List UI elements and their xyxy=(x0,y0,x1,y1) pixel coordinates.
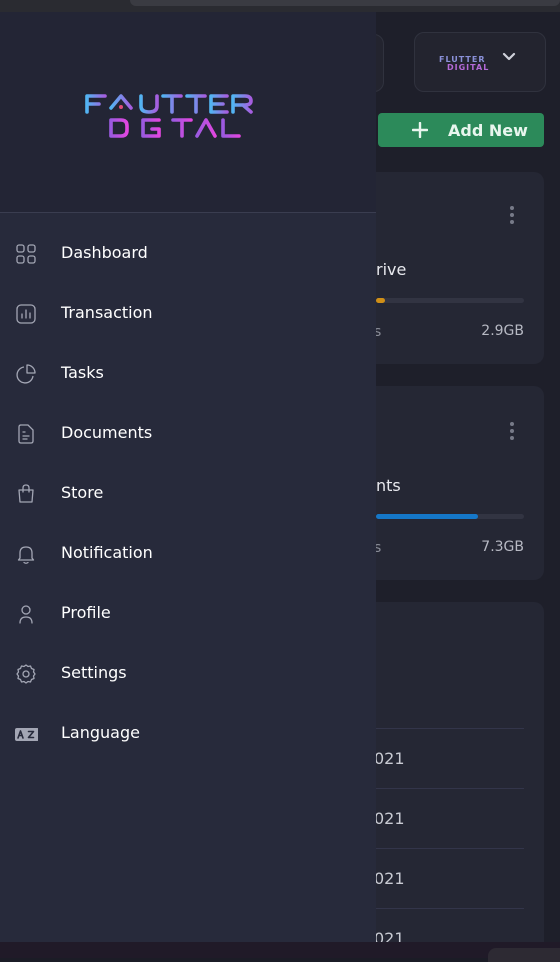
storage-card-size: 7.3GB xyxy=(481,539,524,555)
divider xyxy=(374,728,524,729)
sidebar-nav: Dashboard Transaction Tasks Documents St… xyxy=(0,224,376,764)
brand-logo xyxy=(85,94,253,138)
sidebar-item-profile[interactable]: Profile xyxy=(0,584,376,644)
sidebar-item-label: Store xyxy=(61,483,104,502)
chart-icon xyxy=(14,302,38,326)
list-item-date: 021 xyxy=(374,809,405,828)
divider xyxy=(374,908,524,909)
sidebar-item-tasks[interactable]: Tasks xyxy=(0,344,376,404)
browser-status-bar xyxy=(0,942,560,962)
storage-progress xyxy=(376,514,524,519)
divider xyxy=(374,788,524,789)
settings-icon xyxy=(14,662,38,686)
sidebar-item-label: Settings xyxy=(61,663,127,682)
storage-card-title: rive xyxy=(376,260,407,279)
sidebar-item-settings[interactable]: Settings xyxy=(0,644,376,704)
brand-mini-line2: DIGITAL xyxy=(447,63,490,72)
sidebar-item-label: Documents xyxy=(61,423,153,442)
list-item-date: 021 xyxy=(374,749,405,768)
sidebar-item-label: Transaction xyxy=(61,303,153,322)
sidebar-item-store[interactable]: Store xyxy=(0,464,376,524)
plus-icon xyxy=(411,121,429,139)
bag-icon xyxy=(14,482,38,506)
storage-card-title: nts xyxy=(376,476,401,495)
sidebar-item-language[interactable]: Language xyxy=(0,704,376,764)
drawer-header xyxy=(0,12,376,213)
sidebar-item-label: Tasks xyxy=(61,363,104,382)
storage-card-size: 2.9GB xyxy=(481,323,524,339)
browser-tab xyxy=(488,948,560,962)
divider xyxy=(374,848,524,849)
pie-chart-icon xyxy=(14,362,38,386)
language-icon xyxy=(14,722,39,746)
document-icon xyxy=(14,422,38,446)
profile-icon xyxy=(14,602,38,626)
sidebar-item-label: Profile xyxy=(61,603,111,622)
more-icon[interactable] xyxy=(510,206,514,227)
sidebar-item-transaction[interactable]: Transaction xyxy=(0,284,376,344)
dashboard-grid-icon xyxy=(14,242,38,266)
brand-dropdown[interactable]: FLUTTER DIGITAL xyxy=(414,32,546,92)
storage-progress xyxy=(376,298,524,303)
list-item-date: 021 xyxy=(374,869,405,888)
add-new-label: Add New xyxy=(448,121,528,140)
sidebar-item-label: Dashboard xyxy=(61,243,148,262)
add-new-button[interactable]: Add New xyxy=(378,113,544,147)
navigation-drawer: Dashboard Transaction Tasks Documents St… xyxy=(0,12,376,942)
sidebar-item-dashboard[interactable]: Dashboard xyxy=(0,224,376,284)
storage-progress-fill xyxy=(376,298,385,303)
browser-tab-strip xyxy=(0,0,560,12)
sidebar-item-notification[interactable]: Notification xyxy=(0,524,376,584)
more-icon[interactable] xyxy=(510,422,514,443)
sidebar-item-label: Notification xyxy=(61,543,153,562)
sidebar-item-label: Language xyxy=(61,723,140,742)
sidebar-item-documents[interactable]: Documents xyxy=(0,404,376,464)
storage-progress-fill xyxy=(376,514,478,519)
bell-icon xyxy=(14,542,38,566)
chevron-down-icon xyxy=(501,49,517,65)
browser-tab xyxy=(130,0,560,6)
